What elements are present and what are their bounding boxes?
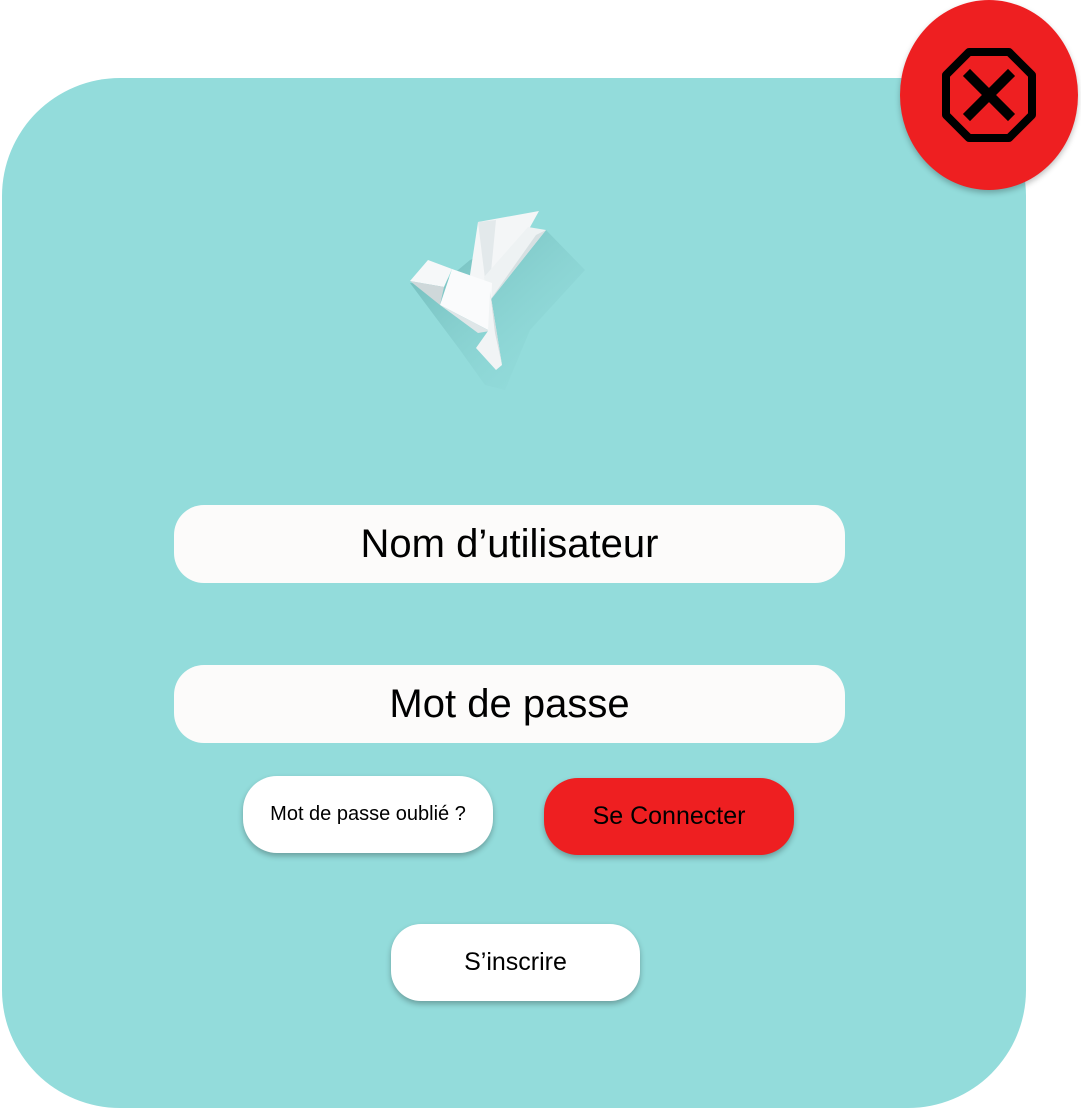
close-button[interactable] — [900, 0, 1078, 190]
close-circle-icon — [942, 48, 1036, 142]
login-screen: Nom d’utilisateur Mot de passe Mot de pa… — [0, 0, 1081, 1109]
login-button[interactable]: Se Connecter — [544, 778, 794, 855]
signup-button-label: S’inscrire — [464, 948, 567, 976]
login-button-label: Se Connecter — [592, 802, 746, 830]
password-placeholder: Mot de passe — [389, 681, 630, 726]
password-field[interactable]: Mot de passe — [174, 665, 845, 743]
forgot-password-label: Mot de passe oublié ? — [270, 803, 466, 825]
origami-bird-icon — [400, 205, 590, 390]
forgot-password-button[interactable]: Mot de passe oublié ? — [243, 776, 493, 853]
username-placeholder: Nom d’utilisateur — [360, 521, 659, 566]
signup-button[interactable]: S’inscrire — [391, 924, 640, 1001]
username-field[interactable]: Nom d’utilisateur — [174, 505, 845, 583]
